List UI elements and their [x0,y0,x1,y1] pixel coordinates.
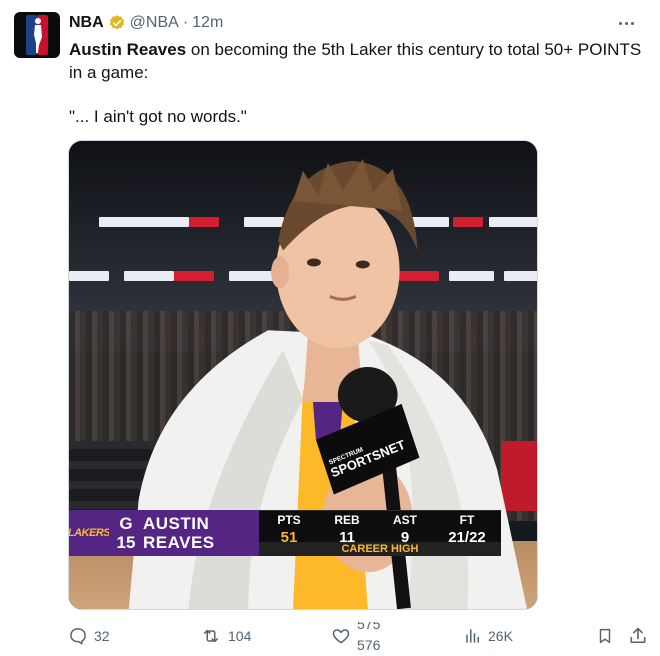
repost-count: 104 [228,628,252,644]
bookmark-icon [599,628,611,644]
views-count: 26K [488,628,513,644]
repost-button[interactable]: 104 [200,622,251,650]
player-first-name: AUSTIN [143,514,210,533]
share-icon [630,627,646,644]
stat-label: AST [393,513,417,527]
team-logo-text: LAKERS [68,527,111,539]
like-count-rolling: 575 576 [357,622,387,650]
verified-badge-icon [108,14,126,32]
career-high-banner: CAREER HIGH [259,542,501,556]
tweet-media-video[interactable]: SPECTRUM SPORTSNET LAKERS G 15 AUSTIN RE… [68,140,538,610]
tweet-text: Austin Reaves on becoming the 5th Laker … [69,38,649,84]
views-icon [466,629,479,643]
reply-button[interactable]: 32 [68,622,110,650]
player-nameplate: G 15 AUSTIN REAVES [109,510,259,556]
player-position: G [119,514,133,533]
stat-label: REB [334,513,360,527]
reply-icon [70,628,86,645]
more-icon[interactable] [614,12,638,34]
bookmark-button[interactable] [596,622,614,650]
account-name[interactable]: NBA [69,14,104,32]
nba-logo-icon [26,15,48,55]
like-count-bottom: 576 [357,637,381,650]
reply-count: 32 [94,628,110,644]
stat-label: FT [459,513,475,527]
nba-avatar[interactable] [14,12,60,58]
tweet-header: NBA @NBA · 12m [69,12,223,34]
player-number: 15 [116,533,136,552]
account-handle[interactable]: @NBA [130,14,179,32]
player-last-name: REAVES [143,533,215,552]
separator-dot: · [182,14,189,31]
stats-lower-third: LAKERS G 15 AUSTIN REAVES PTS 51 REB 11 … [69,510,501,556]
stat-line: PTS 51 REB 11 AST 9 FT 21/22 CAREER HIGH [259,510,501,556]
player-position-number: G 15 [109,514,143,552]
tweet-text-bold: Austin Reaves [69,40,187,59]
tweet-quote: "... I ain't got no words." [69,107,247,126]
repost-icon [204,629,218,643]
like-button[interactable]: 575 576 [331,622,387,650]
team-logo: LAKERS [68,510,111,556]
tweet-action-bar: 32 104 575 576 26K [0,622,660,650]
player-name: AUSTIN REAVES [143,514,215,552]
share-button[interactable] [628,622,648,650]
views-button[interactable]: 26K [464,622,513,650]
stat-label: PTS [277,513,301,527]
like-count-top: 575 [357,622,381,632]
timestamp[interactable]: 12m [192,14,223,32]
heart-icon [332,629,350,644]
